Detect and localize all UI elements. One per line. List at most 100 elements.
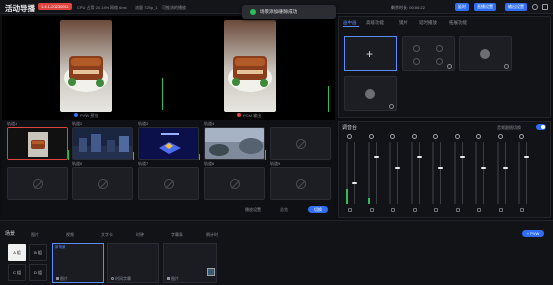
scene-type-tabs: 图片 视频 文字卡 时钟 字幕条 倒计时 bbox=[31, 230, 271, 239]
layout-preset-single[interactable] bbox=[344, 76, 397, 111]
scene-thumbnail bbox=[207, 268, 215, 276]
empty-source-tile[interactable] bbox=[7, 167, 68, 200]
source-tile[interactable] bbox=[204, 127, 265, 160]
overview-select[interactable]: 总览 bbox=[280, 207, 288, 213]
layout-preset-corner[interactable] bbox=[459, 36, 512, 71]
audio-settings-icon[interactable] bbox=[476, 134, 481, 139]
mixer-title: 调音台 bbox=[342, 125, 358, 131]
pgm-video bbox=[224, 20, 276, 112]
empty-source-tile[interactable] bbox=[270, 167, 331, 200]
success-toast: 场景添加/删除成功 bbox=[242, 5, 336, 19]
tab-subtitle[interactable]: 字幕条 bbox=[171, 230, 183, 239]
audio-settings-icon[interactable] bbox=[411, 134, 417, 139]
add-layout-button[interactable]: + bbox=[344, 36, 397, 71]
bitrate-stat: 流量 725p_1 bbox=[135, 4, 158, 10]
volume-fader-knob[interactable] bbox=[524, 155, 529, 158]
level-meter bbox=[496, 142, 499, 204]
switch-button[interactable]: 切换 bbox=[308, 206, 328, 213]
add-to-pvw-button[interactable]: + PVW bbox=[522, 230, 544, 237]
output-settings-button[interactable]: 输出设置 bbox=[505, 3, 527, 11]
audio-settings-icon[interactable] bbox=[347, 134, 352, 139]
volume-fader-knob[interactable] bbox=[395, 166, 400, 169]
scene-item-label: 图片 bbox=[60, 276, 68, 281]
mute-icon[interactable] bbox=[434, 208, 438, 212]
volume-fader-knob[interactable] bbox=[416, 155, 422, 158]
source-tile[interactable] bbox=[7, 127, 68, 160]
empty-source-tile[interactable] bbox=[72, 167, 133, 200]
empty-source-tile[interactable] bbox=[204, 167, 265, 200]
group-a[interactable]: A 组 bbox=[8, 244, 26, 261]
volume-fader-knob[interactable] bbox=[481, 166, 486, 169]
delete-icon[interactable] bbox=[504, 64, 509, 69]
pgm-audio-meter bbox=[328, 86, 329, 112]
playback-setting[interactable]: 播放设置 bbox=[245, 207, 261, 213]
volume-fader-knob[interactable] bbox=[438, 166, 443, 169]
mute-icon[interactable] bbox=[391, 208, 395, 212]
audio-settings-icon[interactable] bbox=[497, 134, 503, 139]
volume-fader-track[interactable] bbox=[440, 142, 441, 204]
group-d[interactable]: D 组 bbox=[29, 264, 47, 281]
volume-fader-track[interactable] bbox=[397, 142, 398, 204]
tab-video[interactable]: 视频 bbox=[66, 230, 74, 239]
volume-fader-track[interactable] bbox=[461, 142, 463, 204]
mute-icon[interactable] bbox=[455, 208, 460, 212]
delete-icon[interactable] bbox=[389, 104, 394, 109]
tab-lens[interactable]: 镜片 bbox=[399, 20, 408, 26]
mute-icon[interactable] bbox=[412, 208, 417, 212]
fullscreen-icon[interactable] bbox=[542, 4, 548, 10]
audio-settings-icon[interactable] bbox=[519, 134, 524, 139]
success-icon bbox=[250, 9, 256, 15]
tab-clock[interactable]: 时钟 bbox=[136, 230, 144, 239]
volume-fader-track[interactable] bbox=[526, 142, 527, 204]
volume-fader-track[interactable] bbox=[354, 142, 355, 204]
level-meter bbox=[389, 142, 391, 204]
delay-button[interactable]: 延时 bbox=[455, 3, 469, 11]
audio-settings-icon[interactable] bbox=[390, 134, 395, 139]
delete-icon[interactable] bbox=[447, 64, 452, 69]
scene-item-label: 时间字幕 bbox=[115, 276, 131, 281]
pvw-video bbox=[60, 20, 112, 112]
layout-preset-quad[interactable] bbox=[402, 36, 455, 71]
tab-text-card[interactable]: 文字卡 bbox=[101, 230, 113, 239]
tile-audio-meter bbox=[68, 150, 69, 160]
audio-settings-icon[interactable] bbox=[368, 134, 374, 139]
pgm-dot-icon bbox=[237, 113, 241, 117]
audio-settings-icon[interactable] bbox=[433, 134, 438, 139]
mute-icon[interactable] bbox=[348, 208, 352, 212]
audio-follow-toggle[interactable] bbox=[536, 124, 546, 130]
scenes-panel: 场景 图片 视频 文字卡 时钟 字幕条 倒计时 + PVW A 组 B 组 C … bbox=[0, 220, 553, 285]
volume-fader-track[interactable] bbox=[483, 142, 484, 204]
empty-source-tile[interactable] bbox=[138, 167, 199, 200]
audio-settings-icon[interactable] bbox=[454, 134, 460, 139]
volume-fader-knob[interactable] bbox=[459, 155, 465, 158]
volume-fader-knob[interactable] bbox=[502, 166, 508, 169]
tile-audio-meter bbox=[199, 154, 200, 160]
volume-fader-track[interactable] bbox=[418, 142, 420, 204]
empty-source-tile[interactable] bbox=[270, 127, 331, 160]
refresh-icon[interactable] bbox=[532, 4, 538, 10]
tab-delay-playback[interactable]: 延时播放 bbox=[419, 20, 437, 26]
tab-extensions[interactable]: 拓展功能 bbox=[449, 20, 467, 26]
volume-fader-track[interactable] bbox=[504, 142, 506, 204]
tab-advanced[interactable]: 高级功能 bbox=[366, 20, 384, 26]
group-b[interactable]: B 组 bbox=[29, 244, 47, 261]
mute-icon[interactable] bbox=[477, 208, 481, 212]
volume-fader-knob[interactable] bbox=[352, 182, 357, 185]
mute-icon[interactable] bbox=[369, 208, 374, 212]
mute-icon[interactable] bbox=[498, 208, 503, 212]
tab-image[interactable]: 图片 bbox=[31, 230, 39, 239]
source-tile[interactable] bbox=[72, 127, 133, 160]
volume-fader-track[interactable] bbox=[375, 142, 377, 204]
scene-card[interactable]: 图片 bbox=[163, 243, 217, 283]
volume-fader-knob[interactable] bbox=[373, 155, 379, 158]
toast-message: 场景添加/删除成功 bbox=[260, 9, 298, 14]
scene-card[interactable]: 时间字幕 bbox=[107, 243, 159, 283]
tab-countdown[interactable]: 倒计时 bbox=[206, 230, 218, 239]
level-meter bbox=[518, 142, 520, 204]
source-tile[interactable] bbox=[138, 127, 199, 160]
live-settings-button[interactable]: 直播设置 bbox=[474, 3, 496, 11]
mute-icon[interactable] bbox=[520, 208, 524, 212]
group-c[interactable]: C 组 bbox=[8, 264, 26, 281]
level-meter bbox=[346, 142, 348, 204]
scene-card[interactable]: 新场景 图片 bbox=[52, 243, 104, 283]
